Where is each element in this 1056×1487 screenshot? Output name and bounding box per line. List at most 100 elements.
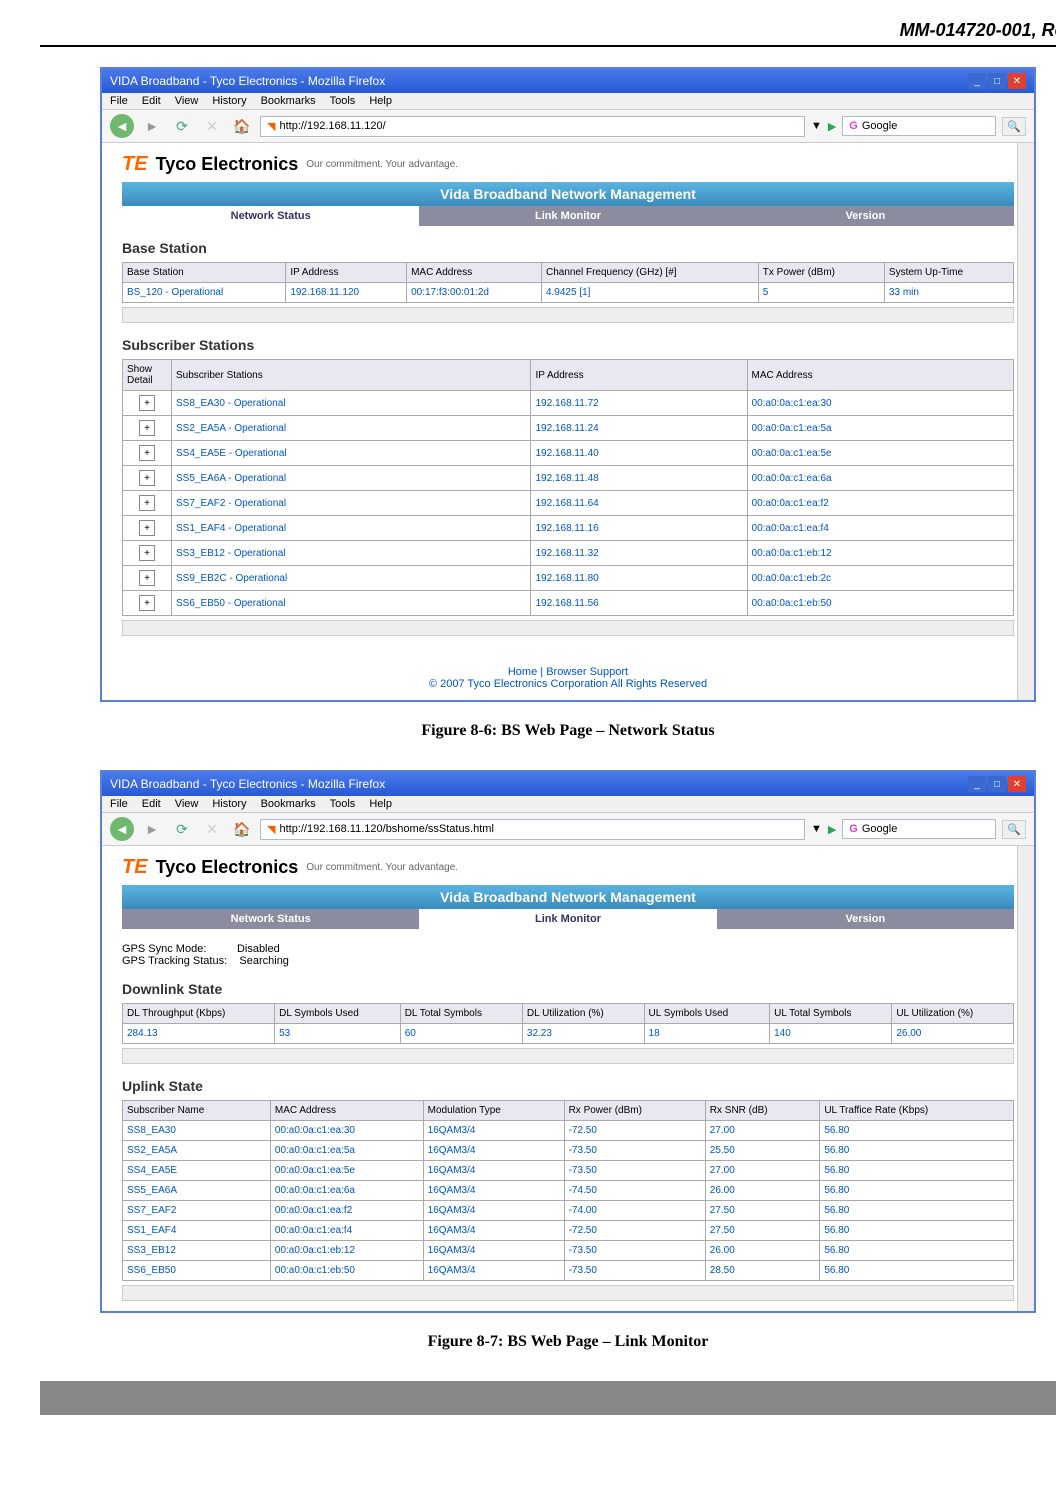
menu-edit[interactable]: Edit xyxy=(142,95,161,107)
expand-icon[interactable]: + xyxy=(139,395,155,411)
ss-mac[interactable]: 00:a0:0a:c1:eb:12 xyxy=(747,541,1013,566)
ss-name[interactable]: SS8_EA30 - Operational xyxy=(172,391,531,416)
ul-name[interactable]: SS5_EA6A xyxy=(123,1181,271,1201)
ss-ip[interactable]: 192.168.11.48 xyxy=(531,466,747,491)
tab-link-monitor[interactable]: Link Monitor xyxy=(419,909,716,929)
ss-name[interactable]: SS6_EB50 - Operational xyxy=(172,591,531,616)
ss-mac[interactable]: 00:a0:0a:c1:eb:50 xyxy=(747,591,1013,616)
search-icon[interactable]: 🔍 xyxy=(1002,117,1026,136)
ss-name[interactable]: SS4_EA5E - Operational xyxy=(172,441,531,466)
tab-network-status[interactable]: Network Status xyxy=(122,909,419,929)
ss-name[interactable]: SS9_EB2C - Operational xyxy=(172,566,531,591)
close-icon[interactable]: ✕ xyxy=(1008,73,1026,89)
ss-mac[interactable]: 00:a0:0a:c1:ea:5e xyxy=(747,441,1013,466)
ul-name[interactable]: SS7_EAF2 xyxy=(123,1201,271,1221)
back-icon[interactable]: ◄ xyxy=(110,817,134,841)
home-icon[interactable]: 🏠 xyxy=(230,114,254,138)
expand-icon[interactable]: + xyxy=(139,470,155,486)
menu-tools[interactable]: Tools xyxy=(330,798,356,810)
footer-home-link[interactable]: Home xyxy=(508,666,537,678)
menu-history[interactable]: History xyxy=(212,798,246,810)
dropdown-icon[interactable]: ▼ xyxy=(811,120,822,132)
menu-view[interactable]: View xyxy=(175,95,199,107)
ul-name[interactable]: SS4_EA5E xyxy=(123,1161,271,1181)
ul-name[interactable]: SS3_EB12 xyxy=(123,1241,271,1261)
expand-icon[interactable]: + xyxy=(139,445,155,461)
ss-name[interactable]: SS7_EAF2 - Operational xyxy=(172,491,531,516)
forward-icon[interactable]: ► xyxy=(140,114,164,138)
menu-history[interactable]: History xyxy=(212,95,246,107)
ss-name[interactable]: SS3_EB12 - Operational xyxy=(172,541,531,566)
ss-ip[interactable]: 192.168.11.64 xyxy=(531,491,747,516)
ul-name[interactable]: SS1_EAF4 xyxy=(123,1221,271,1241)
search-box[interactable]: G Google xyxy=(842,116,996,136)
url-bar[interactable]: ◥ http://192.168.11.120/bshome/ssStatus.… xyxy=(260,819,805,840)
ul-name[interactable]: SS6_EB50 xyxy=(123,1261,271,1281)
minimize-icon[interactable]: _ xyxy=(968,776,986,792)
vertical-scrollbar[interactable] xyxy=(1017,143,1034,700)
menu-help[interactable]: Help xyxy=(369,798,392,810)
tab-link-monitor[interactable]: Link Monitor xyxy=(419,206,716,226)
expand-icon[interactable]: + xyxy=(139,545,155,561)
ul-name[interactable]: SS2_EA5A xyxy=(123,1141,271,1161)
bs-name[interactable]: BS_120 - Operational xyxy=(123,283,286,303)
ss-mac[interactable]: 00:a0:0a:c1:ea:6a xyxy=(747,466,1013,491)
menu-file[interactable]: File xyxy=(110,798,128,810)
search-box[interactable]: G Google xyxy=(842,819,996,839)
expand-icon[interactable]: + xyxy=(139,570,155,586)
expand-icon[interactable]: + xyxy=(139,420,155,436)
minimize-icon[interactable]: _ xyxy=(968,73,986,89)
go-icon[interactable]: ▶ xyxy=(828,823,836,836)
url-bar[interactable]: ◥ http://192.168.11.120/ xyxy=(260,116,805,137)
footer-copyright[interactable]: © 2007 Tyco Electronics Corporation All … xyxy=(429,678,707,690)
expand-icon[interactable]: + xyxy=(139,520,155,536)
ul-name[interactable]: SS8_EA30 xyxy=(123,1121,271,1141)
menu-edit[interactable]: Edit xyxy=(142,798,161,810)
reload-icon[interactable]: ⟳ xyxy=(170,817,194,841)
menu-bookmarks[interactable]: Bookmarks xyxy=(261,95,316,107)
menu-help[interactable]: Help xyxy=(369,95,392,107)
tab-version[interactable]: Version xyxy=(717,206,1014,226)
dropdown-icon[interactable]: ▼ xyxy=(811,823,822,835)
ss-ip[interactable]: 192.168.11.40 xyxy=(531,441,747,466)
scrollbar[interactable] xyxy=(122,620,1014,636)
expand-icon[interactable]: + xyxy=(139,595,155,611)
ss-mac[interactable]: 00:a0:0a:c1:ea:f4 xyxy=(747,516,1013,541)
expand-icon[interactable]: + xyxy=(139,495,155,511)
bs-ip[interactable]: 192.168.11.120 xyxy=(286,283,407,303)
tab-version[interactable]: Version xyxy=(717,909,1014,929)
menu-tools[interactable]: Tools xyxy=(330,95,356,107)
ss-name[interactable]: SS2_EA5A - Operational xyxy=(172,416,531,441)
home-icon[interactable]: 🏠 xyxy=(230,817,254,841)
ss-ip[interactable]: 192.168.11.80 xyxy=(531,566,747,591)
menu-bookmarks[interactable]: Bookmarks xyxy=(261,798,316,810)
reload-icon[interactable]: ⟳ xyxy=(170,114,194,138)
ss-ip[interactable]: 192.168.11.56 xyxy=(531,591,747,616)
ss-mac[interactable]: 00:a0:0a:c1:ea:5a xyxy=(747,416,1013,441)
ss-name[interactable]: SS5_EA6A - Operational xyxy=(172,466,531,491)
tab-network-status[interactable]: Network Status xyxy=(122,206,419,226)
forward-icon[interactable]: ► xyxy=(140,817,164,841)
ss-mac[interactable]: 00:a0:0a:c1:ea:f2 xyxy=(747,491,1013,516)
stop-icon[interactable]: ✕ xyxy=(200,114,224,138)
ss-ip[interactable]: 192.168.11.32 xyxy=(531,541,747,566)
stop-icon[interactable]: ✕ xyxy=(200,817,224,841)
ss-mac[interactable]: 00:a0:0a:c1:ea:30 xyxy=(747,391,1013,416)
scrollbar[interactable] xyxy=(122,307,1014,323)
ss-ip[interactable]: 192.168.11.24 xyxy=(531,416,747,441)
footer-browser-link[interactable]: Browser Support xyxy=(546,666,628,678)
close-icon[interactable]: ✕ xyxy=(1008,776,1026,792)
maximize-icon[interactable]: □ xyxy=(988,776,1006,792)
vertical-scrollbar[interactable] xyxy=(1017,846,1034,1311)
search-icon[interactable]: 🔍 xyxy=(1002,820,1026,839)
menu-file[interactable]: File xyxy=(110,95,128,107)
ss-ip[interactable]: 192.168.11.72 xyxy=(531,391,747,416)
ss-ip[interactable]: 192.168.11.16 xyxy=(531,516,747,541)
back-icon[interactable]: ◄ xyxy=(110,114,134,138)
menu-view[interactable]: View xyxy=(175,798,199,810)
scrollbar[interactable] xyxy=(122,1048,1014,1064)
ss-mac[interactable]: 00:a0:0a:c1:eb:2c xyxy=(747,566,1013,591)
ss-name[interactable]: SS1_EAF4 - Operational xyxy=(172,516,531,541)
scrollbar[interactable] xyxy=(122,1285,1014,1301)
maximize-icon[interactable]: □ xyxy=(988,73,1006,89)
